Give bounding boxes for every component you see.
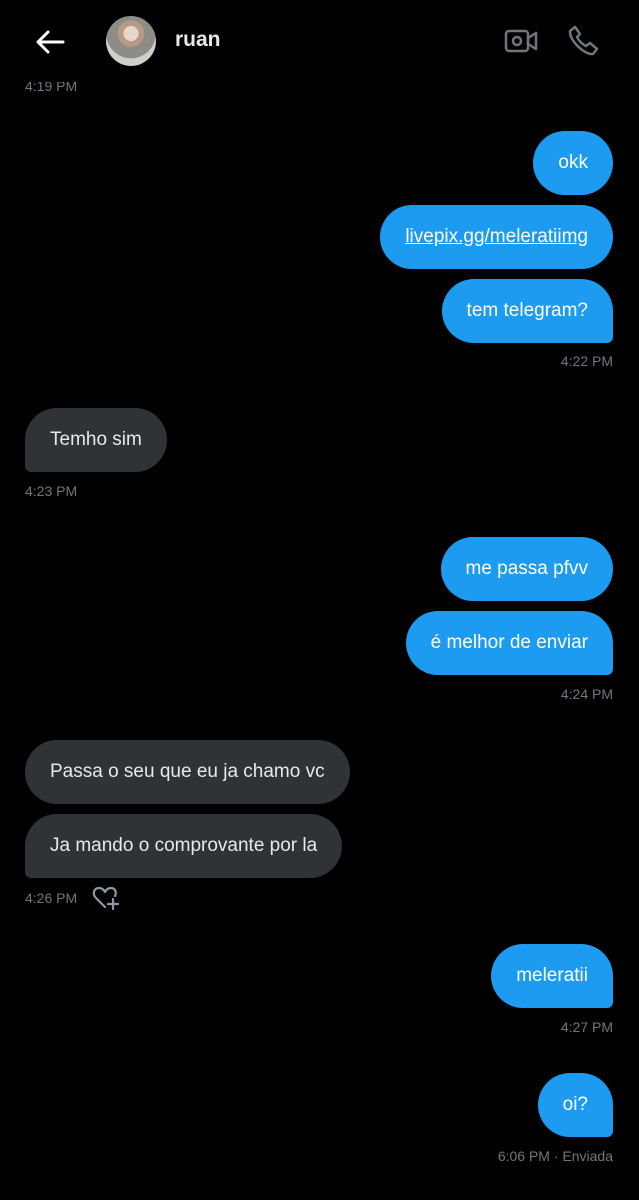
- timestamp: 4:24 PM: [560, 686, 613, 702]
- voice-call-button[interactable]: [564, 22, 602, 60]
- timestamp: 4:26 PM: [25, 890, 78, 906]
- message-bubble-sent[interactable]: meleratii: [491, 944, 613, 1008]
- conversation-header: ruan: [0, 0, 639, 82]
- delivery-status: 6:06 PM · Enviada: [497, 1148, 613, 1164]
- message-bubble-received[interactable]: Temho sim: [25, 408, 167, 472]
- arrow-left-icon: [36, 30, 65, 54]
- back-button[interactable]: [30, 22, 70, 62]
- video-camera-icon: [504, 29, 538, 53]
- video-call-button[interactable]: [502, 24, 540, 58]
- timestamp: 4:27 PM: [560, 1019, 613, 1035]
- message-bubble-sent[interactable]: oi?: [537, 1073, 613, 1137]
- message-bubble-sent[interactable]: é melhor de enviar: [405, 611, 613, 675]
- message-bubble-received[interactable]: Ja mando o comprovante por la: [25, 814, 343, 878]
- message-bubble-sent[interactable]: me passa pfvv: [440, 537, 613, 601]
- phone-icon: [568, 25, 599, 56]
- heart-plus-icon: [92, 886, 120, 911]
- message-bubble-received[interactable]: Passa o seu que eu ja chamo vc: [25, 740, 350, 804]
- message-link[interactable]: livepix.gg/meleratiimg: [405, 226, 588, 247]
- message-bubble-sent[interactable]: tem telegram?: [441, 279, 613, 343]
- avatar[interactable]: [106, 16, 156, 66]
- contact-name[interactable]: ruan: [175, 28, 221, 52]
- add-reaction-button[interactable]: [92, 884, 120, 912]
- message-bubble-sent-link[interactable]: livepix.gg/meleratiimg: [380, 205, 613, 269]
- timestamp: 4:23 PM: [25, 483, 78, 499]
- message-bubble-sent[interactable]: okk: [533, 131, 613, 195]
- timestamp: 4:22 PM: [560, 353, 613, 369]
